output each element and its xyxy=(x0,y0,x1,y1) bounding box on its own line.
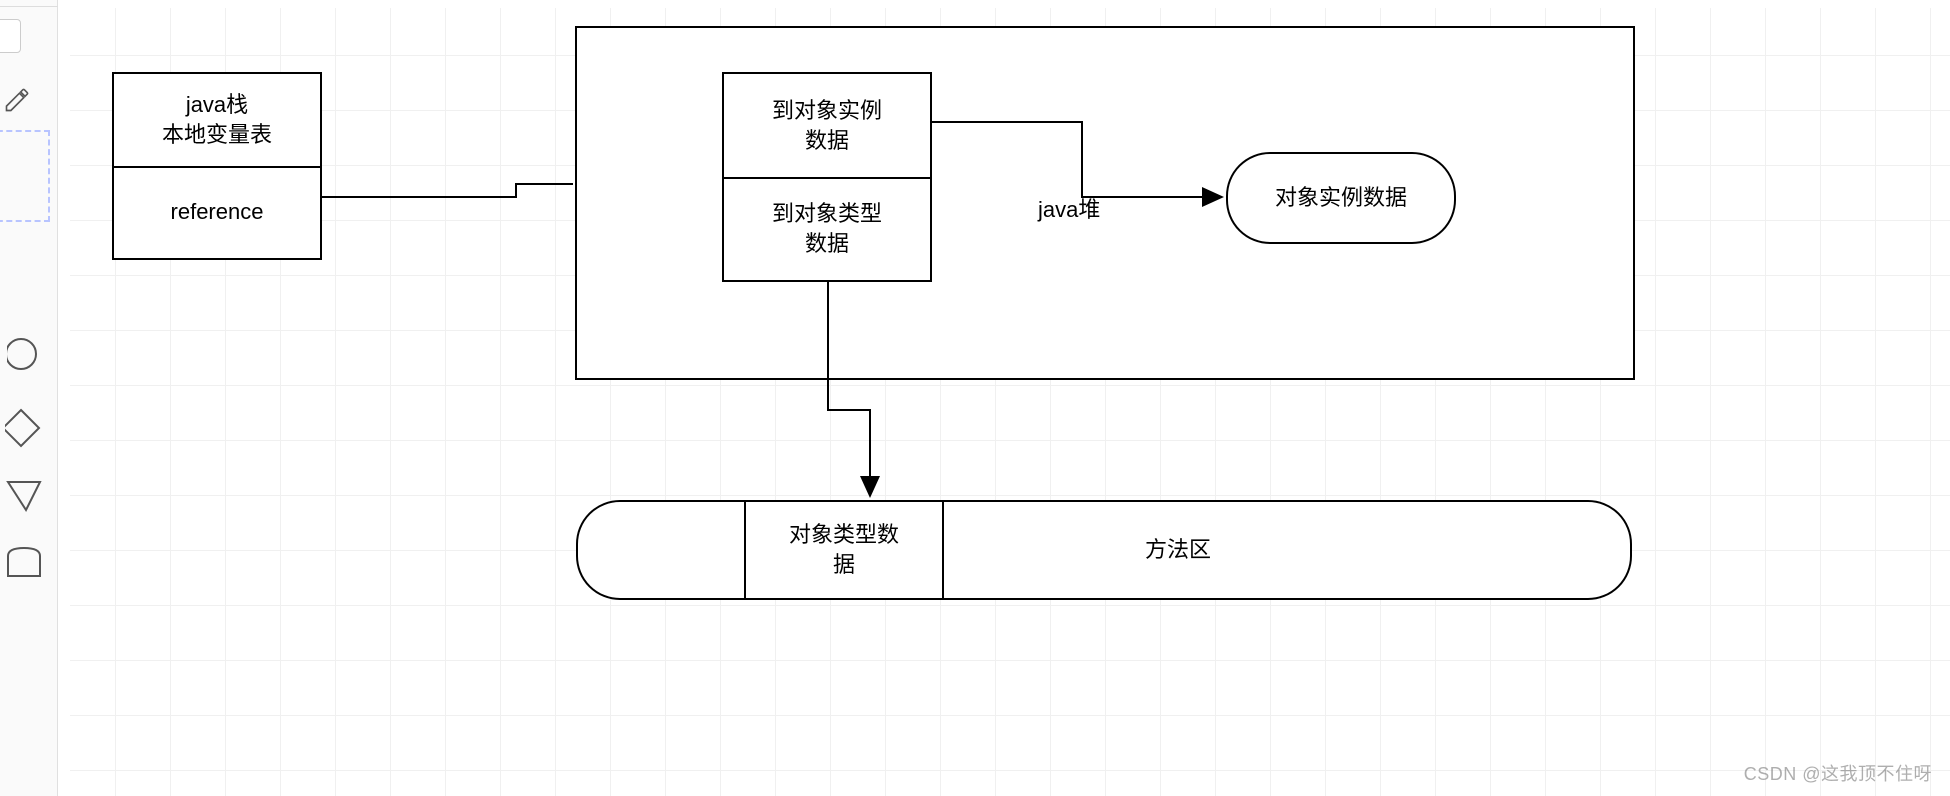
handle-type-ptr-line1: 到对象类型 xyxy=(772,199,882,229)
stack-reference-label: reference xyxy=(171,197,264,227)
watermark: CSDN @这我顶不住呀 xyxy=(1744,760,1932,786)
tool-diamond[interactable] xyxy=(0,408,50,448)
handle-instance-ptr-line2: 数据 xyxy=(805,126,849,156)
tool-selection-placeholder[interactable] xyxy=(0,130,50,222)
tool-rect-partial[interactable] xyxy=(0,16,24,56)
pencil-icon xyxy=(3,86,31,114)
shape-toolbar xyxy=(0,0,58,796)
tool-edit[interactable] xyxy=(0,86,42,114)
stack-title-line2: 本地变量表 xyxy=(162,120,272,150)
circle-icon xyxy=(7,336,43,372)
tool-triangle[interactable] xyxy=(0,478,50,514)
instance-data-box[interactable]: 对象实例数据 xyxy=(1226,152,1456,244)
type-data-label2: 据 xyxy=(833,550,855,580)
type-data-label1: 对象类型数 xyxy=(789,520,899,550)
triangle-icon xyxy=(6,478,44,514)
handle-type-ptr-line2: 数据 xyxy=(805,229,849,259)
type-data-cell: 对象类型数 据 xyxy=(744,500,944,600)
stack-title-line1: java栈 xyxy=(186,90,248,120)
diamond-icon xyxy=(5,408,45,448)
heap-label: java堆 xyxy=(1038,192,1100,224)
handle-instance-ptr-line1: 到对象实例 xyxy=(772,96,882,126)
method-area-label-wrap: 方法区 xyxy=(1078,502,1278,598)
method-area-box[interactable]: 对象类型数 据 方法区 xyxy=(576,500,1632,600)
tool-page[interactable] xyxy=(0,546,50,580)
handle-box[interactable]: 到对象实例 数据 到对象类型 数据 xyxy=(722,72,932,282)
page-icon xyxy=(6,546,44,580)
tool-circle[interactable] xyxy=(0,336,50,372)
instance-data-label: 对象实例数据 xyxy=(1275,183,1407,213)
stack-box[interactable]: java栈 本地变量表 reference xyxy=(112,72,322,260)
method-area-label: 方法区 xyxy=(1145,535,1211,565)
